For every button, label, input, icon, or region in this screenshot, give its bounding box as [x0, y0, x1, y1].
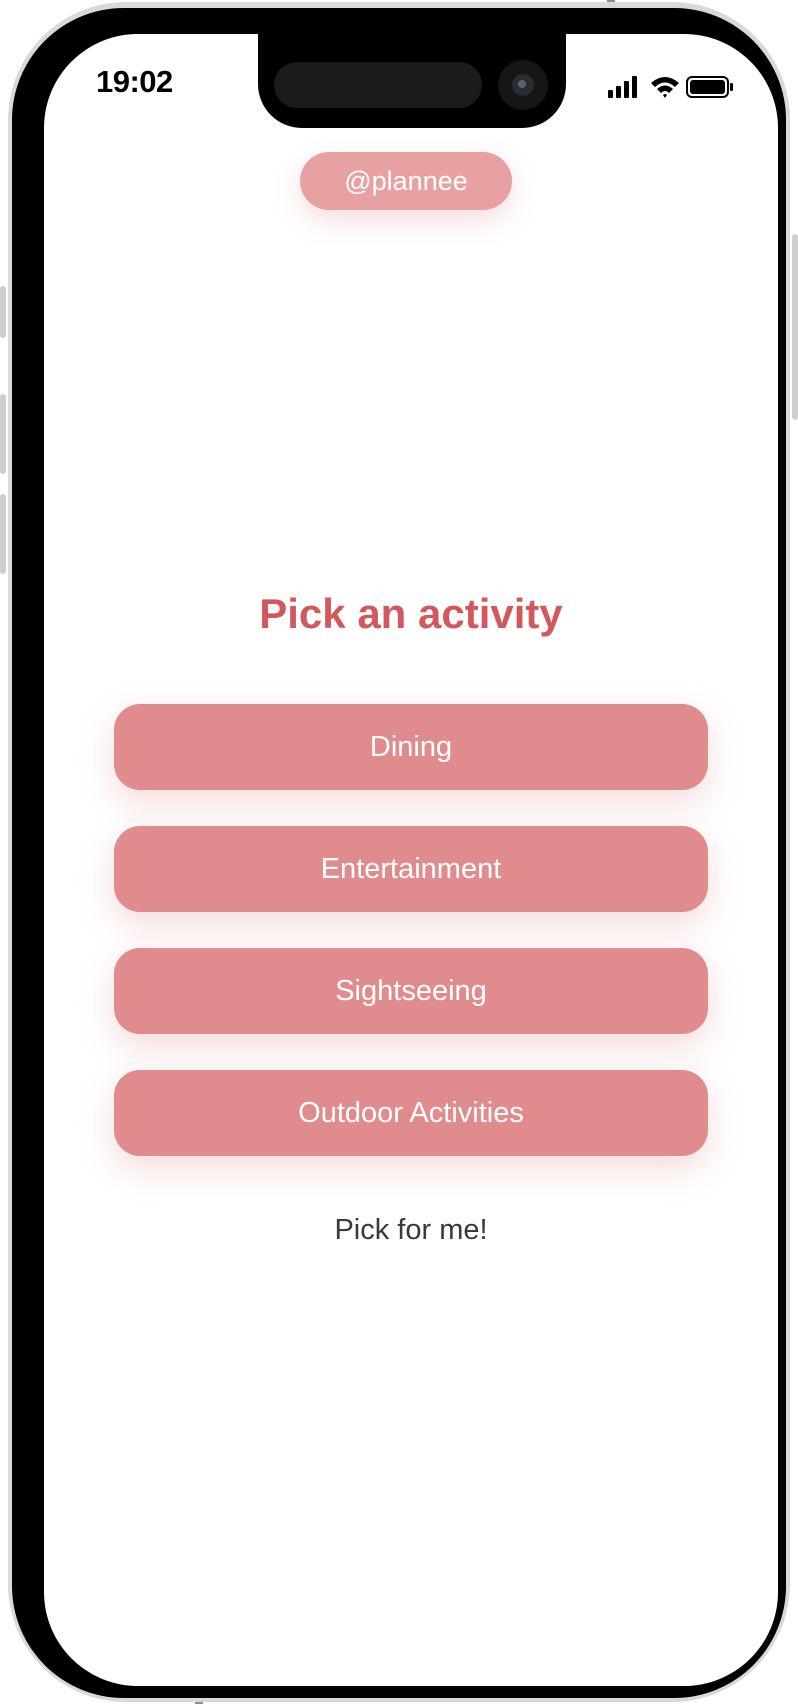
- device-stage: 19:02 @plannee Pick an activity Dining E…: [0, 0, 798, 1704]
- pick-for-me-link[interactable]: Pick for me!: [44, 1214, 778, 1247]
- volume-down-button: [0, 494, 6, 574]
- page-title: Pick an activity: [259, 590, 563, 637]
- side-power-button: [792, 234, 798, 420]
- battery-icon: [686, 76, 733, 98]
- status-icons: [606, 72, 736, 102]
- status-icons-svg: [608, 76, 733, 98]
- status-time: 19:02: [96, 64, 173, 99]
- mute-switch: [0, 286, 6, 338]
- activity-dining-button[interactable]: Dining: [114, 704, 708, 790]
- camera-lens: [512, 74, 534, 96]
- wifi-icon: [651, 77, 679, 98]
- dynamic-island-notch: [258, 34, 566, 128]
- user-handle-badge[interactable]: @plannee: [300, 152, 512, 210]
- activity-sightseeing-button[interactable]: Sightseeing: [114, 948, 708, 1034]
- volume-up-button: [0, 394, 6, 474]
- activity-outdoor-button[interactable]: Outdoor Activities: [114, 1070, 708, 1156]
- camera-lens-glint: [518, 80, 526, 88]
- phone-bezel: 19:02 @plannee Pick an activity Dining E…: [12, 8, 786, 1698]
- app-screen: 19:02 @plannee Pick an activity Dining E…: [44, 34, 778, 1686]
- sensor-pill: [274, 62, 482, 108]
- cellular-signal-icon: [608, 76, 637, 98]
- activity-list: Dining Entertainment Sightseeing Outdoor…: [114, 704, 708, 1192]
- front-camera-icon: [498, 60, 548, 110]
- activity-entertainment-button[interactable]: Entertainment: [114, 826, 708, 912]
